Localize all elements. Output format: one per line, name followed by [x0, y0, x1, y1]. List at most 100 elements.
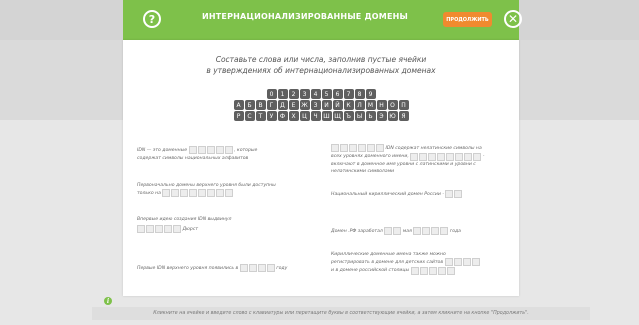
letter-tile[interactable]: О	[387, 100, 398, 110]
letter-tile[interactable]: З	[310, 100, 321, 110]
blank-cell[interactable]	[358, 144, 366, 152]
blank-cell[interactable]	[216, 189, 225, 197]
letter-tile[interactable]: В	[255, 100, 266, 110]
blank-cell[interactable]	[473, 152, 482, 161]
blank-cell[interactable]	[164, 225, 172, 233]
letter-tile[interactable]: А	[233, 100, 244, 110]
blank-cell[interactable]	[224, 146, 233, 154]
letter-tile[interactable]: Ы	[354, 111, 365, 121]
letter-tile[interactable]: Ф	[277, 111, 288, 121]
letter-tile[interactable]: 9	[365, 89, 376, 99]
blank-cell[interactable]	[410, 152, 419, 161]
blank-cell[interactable]	[440, 227, 449, 235]
blanks-s2b[interactable]	[410, 152, 482, 161]
letter-tile[interactable]: 8	[354, 89, 365, 99]
continue-button[interactable]: ПРОДОЛЖИТЬ	[443, 12, 492, 27]
letter-tile[interactable]: М	[365, 100, 376, 110]
blank-cell[interactable]	[455, 152, 464, 161]
close-icon[interactable]: ✕	[504, 10, 522, 28]
letter-tile[interactable]: 3	[299, 89, 310, 99]
blanks-s5[interactable]	[137, 225, 181, 233]
blank-cell[interactable]	[464, 152, 473, 161]
blanks-s8b[interactable]	[410, 266, 455, 275]
blank-cell[interactable]	[437, 266, 446, 275]
blank-cell[interactable]	[444, 258, 453, 266]
letter-tile[interactable]: Й	[332, 100, 343, 110]
blank-cell[interactable]	[422, 227, 431, 235]
help-icon[interactable]: ?	[143, 10, 161, 28]
letter-tile[interactable]: У	[266, 111, 277, 121]
letter-tile[interactable]: 5	[321, 89, 332, 99]
letter-tile[interactable]: Ь	[365, 111, 376, 121]
blank-cell[interactable]	[367, 144, 375, 152]
blank-cell[interactable]	[428, 152, 437, 161]
blank-cell[interactable]	[188, 146, 197, 154]
letter-tile[interactable]: 2	[288, 89, 299, 99]
blank-cell[interactable]	[248, 264, 257, 272]
blank-cell[interactable]	[207, 189, 216, 197]
blank-cell[interactable]	[437, 152, 446, 161]
letter-tile[interactable]: Г	[266, 100, 277, 110]
blank-cell[interactable]	[189, 189, 198, 197]
blank-cell[interactable]	[197, 146, 206, 154]
blank-cell[interactable]	[419, 266, 428, 275]
blank-cell[interactable]	[410, 266, 419, 275]
letter-tile[interactable]: 4	[310, 89, 321, 99]
letter-tile[interactable]: Х	[288, 111, 299, 121]
letter-tile[interactable]: Ц	[299, 111, 310, 121]
letter-tile[interactable]: Н	[376, 100, 387, 110]
blanks-s6a[interactable]	[384, 227, 402, 235]
blank-cell[interactable]	[137, 225, 145, 233]
blank-cell[interactable]	[239, 264, 248, 272]
blanks-s3[interactable]	[162, 189, 234, 197]
blank-cell[interactable]	[376, 144, 384, 152]
letter-tile[interactable]: П	[398, 100, 409, 110]
blanks-s7[interactable]	[239, 264, 275, 272]
letter-tile[interactable]: Ш	[321, 111, 332, 121]
blank-cell[interactable]	[471, 258, 480, 266]
letter-tile[interactable]: Ч	[310, 111, 321, 121]
letter-tile[interactable]: Д	[277, 100, 288, 110]
letter-tile[interactable]: 7	[343, 89, 354, 99]
blank-cell[interactable]	[453, 258, 462, 266]
blanks-s2a[interactable]	[331, 144, 384, 152]
blank-cell[interactable]	[454, 190, 463, 198]
blank-cell[interactable]	[331, 144, 339, 152]
blank-cell[interactable]	[340, 144, 348, 152]
letter-tile[interactable]: Э	[376, 111, 387, 121]
letter-tile[interactable]: И	[321, 100, 332, 110]
blanks-s1[interactable]	[188, 146, 233, 154]
blank-cell[interactable]	[446, 266, 455, 275]
letter-tile[interactable]: Л	[354, 100, 365, 110]
letter-tile[interactable]: 1	[277, 89, 288, 99]
letter-tile[interactable]: Щ	[332, 111, 343, 121]
blank-cell[interactable]	[413, 227, 422, 235]
blank-cell[interactable]	[257, 264, 266, 272]
blank-cell[interactable]	[180, 189, 189, 197]
blank-cell[interactable]	[393, 227, 402, 235]
blank-cell[interactable]	[198, 189, 207, 197]
letter-tile[interactable]: Ъ	[343, 111, 354, 121]
letter-tile[interactable]: С	[244, 111, 255, 121]
blank-cell[interactable]	[462, 258, 471, 266]
letter-tile[interactable]: Ж	[299, 100, 310, 110]
letter-tile[interactable]: Б	[244, 100, 255, 110]
blank-cell[interactable]	[225, 189, 234, 197]
blank-cell[interactable]	[171, 189, 180, 197]
blank-cell[interactable]	[155, 225, 163, 233]
blank-cell[interactable]	[266, 264, 275, 272]
letter-tile[interactable]: 0	[266, 89, 277, 99]
letter-tile[interactable]: К	[343, 100, 354, 110]
blank-cell[interactable]	[146, 225, 154, 233]
blank-cell[interactable]	[419, 152, 428, 161]
blank-cell[interactable]	[446, 152, 455, 161]
blank-cell[interactable]	[428, 266, 437, 275]
letter-tile[interactable]: 6	[332, 89, 343, 99]
info-icon[interactable]: i	[104, 297, 112, 305]
letter-tile[interactable]: Я	[398, 111, 409, 121]
blanks-s8a[interactable]	[444, 258, 480, 266]
letter-tile[interactable]: Ю	[387, 111, 398, 121]
blank-cell[interactable]	[384, 227, 393, 235]
blank-cell[interactable]	[215, 146, 224, 154]
blank-cell[interactable]	[162, 189, 171, 197]
